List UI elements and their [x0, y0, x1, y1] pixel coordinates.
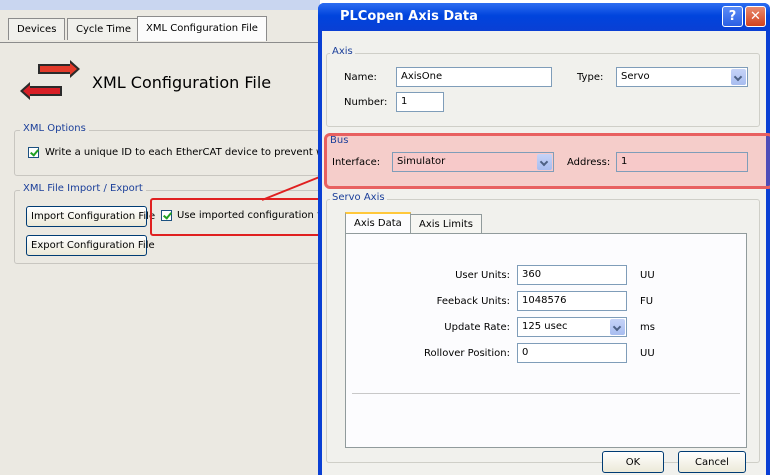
user-units-unit: UU	[640, 270, 655, 281]
tab-axis-limits[interactable]: Axis Limits	[410, 214, 482, 234]
feeback-units-unit: FU	[640, 296, 654, 307]
rollover-position-input[interactable]: 0	[517, 343, 627, 363]
tab-axis-data[interactable]: Axis Data	[345, 212, 411, 234]
axis-type-label: Type:	[577, 72, 604, 83]
bus-address-label: Address:	[567, 157, 611, 168]
axis-type-value: Servo	[621, 71, 650, 82]
chevron-down-icon[interactable]	[731, 69, 746, 85]
pane-divider	[352, 393, 740, 394]
user-units-input[interactable]: 360	[517, 265, 627, 285]
bus-interface-select[interactable]: Simulator	[392, 152, 554, 172]
feeback-units-input[interactable]: 1048576	[517, 291, 627, 311]
bus-interface-label: Interface:	[332, 157, 381, 168]
chevron-down-icon[interactable]	[610, 319, 625, 335]
axis-type-select[interactable]: Servo	[616, 67, 748, 87]
bus-address-input[interactable]: 1	[616, 152, 748, 172]
dialog-title: PLCopen Axis Data	[340, 9, 478, 24]
axis-group	[326, 53, 760, 127]
axis-name-input[interactable]: AxisOne	[396, 67, 552, 87]
rollover-position-unit: UU	[640, 348, 655, 359]
help-button[interactable]: ?	[722, 6, 743, 27]
axis-group-title: Axis	[330, 46, 355, 57]
ok-button[interactable]: OK	[602, 451, 664, 473]
update-rate-value: 125 usec	[522, 321, 568, 332]
chevron-down-icon[interactable]	[537, 154, 552, 170]
dialog-client-area: Axis Name: AxisOne Type: Servo Number: 1…	[322, 31, 770, 475]
servo-axis-title: Servo Axis	[330, 192, 387, 203]
bus-interface-value: Simulator	[397, 156, 446, 167]
close-button[interactable]: ✕	[745, 6, 766, 27]
bus-group-title: Bus	[330, 135, 349, 146]
update-rate-label: Update Rate:	[444, 322, 510, 333]
plcopen-axis-dialog: PLCopen Axis Data ? ✕ Axis Name: AxisOne…	[318, 3, 770, 475]
cancel-button[interactable]: Cancel	[678, 451, 746, 473]
feeback-units-label: Feeback Units:	[436, 296, 510, 307]
update-rate-unit: ms	[640, 322, 655, 333]
rollover-position-label: Rollover Position:	[424, 348, 510, 359]
dialog-title-bar[interactable]: PLCopen Axis Data ? ✕	[318, 3, 770, 31]
user-units-label: User Units:	[455, 270, 510, 281]
axis-number-label: Number:	[344, 97, 388, 108]
axis-number-input[interactable]: 1	[396, 92, 444, 112]
update-rate-select[interactable]: 125 usec	[517, 317, 627, 337]
axis-name-label: Name:	[344, 72, 377, 83]
